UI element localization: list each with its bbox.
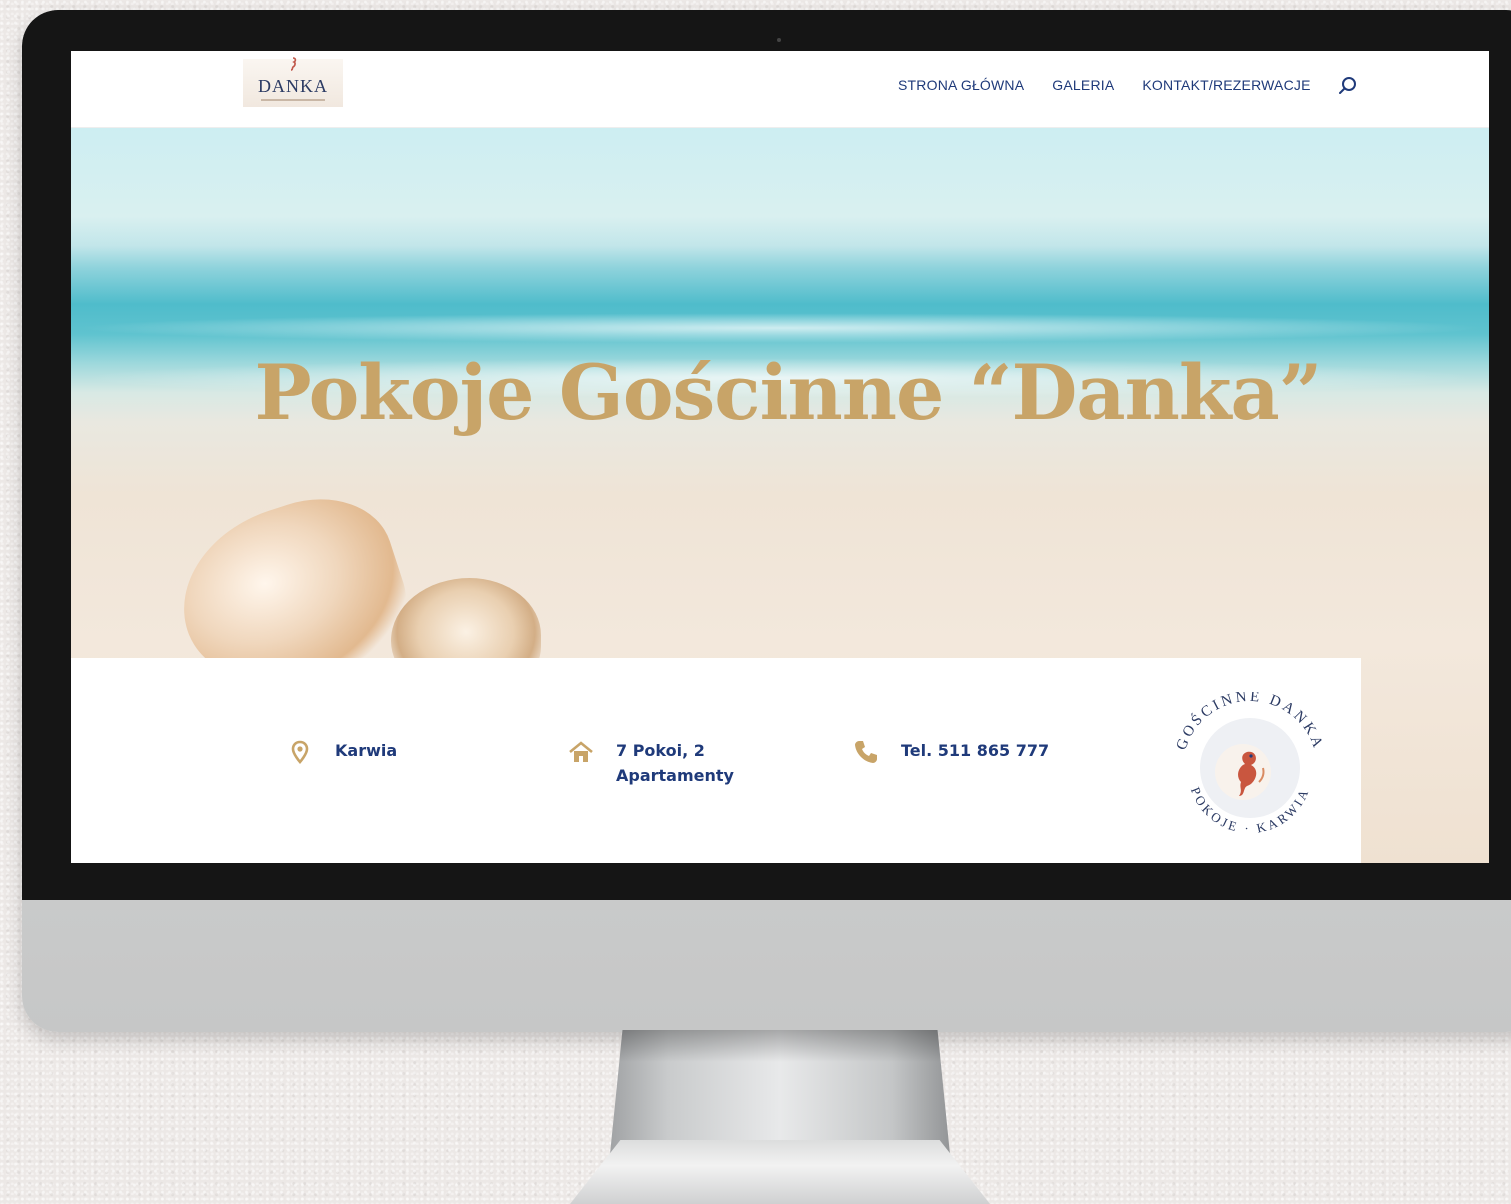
phone-text[interactable]: Tel. 511 865 777: [901, 738, 1049, 763]
info-strip: Karwia 7 Pokoi, 2 Apartamenty Tel. 511 8…: [71, 658, 1361, 863]
phone-icon: [855, 741, 877, 763]
nav-galeria[interactable]: GALERIA: [1052, 77, 1114, 93]
website-screen: DANKA STRONA GŁÓWNA GALERIA KONTAKT/REZE…: [71, 51, 1489, 863]
house-icon: [569, 741, 593, 762]
info-rooms: 7 Pokoi, 2 Apartamenty: [568, 739, 734, 788]
seahorse-badge-icon: GOŚCINNE DANKA POKOJE · KARWIA: [1174, 692, 1323, 840]
monitor-frame: DANKA STRONA GŁÓWNA GALERIA KONTAKT/REZE…: [22, 10, 1511, 1032]
rooms-line-2: Apartamenty: [616, 766, 734, 785]
site-logo[interactable]: DANKA: [243, 57, 343, 107]
wave-foam: [71, 313, 1489, 343]
nav-strona-glowna[interactable]: STRONA GŁÓWNA: [898, 77, 1024, 93]
monitor-stand-base: [570, 1140, 990, 1204]
rooms-text: 7 Pokoi, 2 Apartamenty: [616, 738, 734, 788]
logo-text: DANKA: [258, 76, 328, 96]
camera-dot: [777, 38, 781, 42]
monitor-bezel: DANKA STRONA GŁÓWNA GALERIA KONTAKT/REZE…: [22, 10, 1511, 900]
rooms-line-1: 7 Pokoi, 2: [616, 741, 705, 760]
search-icon[interactable]: [1337, 75, 1359, 97]
main-nav: STRONA GŁÓWNA GALERIA KONTAKT/REZERWACJE: [898, 73, 1359, 97]
location-text: Karwia: [335, 741, 398, 760]
hero-title: Pokoje Gościnne “Danka”: [254, 348, 1322, 437]
site-header: DANKA STRONA GŁÓWNA GALERIA KONTAKT/REZE…: [71, 51, 1489, 128]
seahorse-logo-icon: [290, 57, 297, 71]
map-pin-icon: [291, 740, 309, 764]
nav-kontakt-rezerwacje[interactable]: KONTAKT/REZERWACJE: [1142, 77, 1310, 93]
logo-underline: [261, 99, 325, 101]
info-location: Karwia: [287, 739, 397, 765]
monitor-stand-shadow: [619, 1030, 941, 1062]
info-phone[interactable]: Tel. 511 865 777: [853, 739, 1049, 765]
